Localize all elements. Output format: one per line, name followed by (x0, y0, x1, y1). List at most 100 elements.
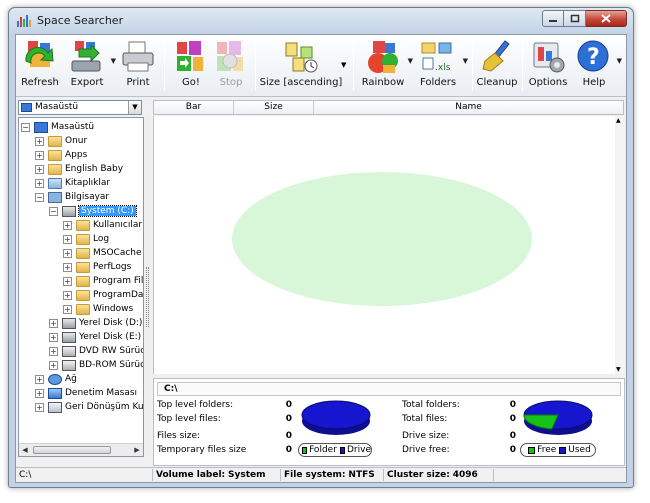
tree-node[interactable]: + Apps (35, 148, 87, 162)
expand-icon[interactable]: + (35, 388, 44, 398)
splitter-grip[interactable] (146, 267, 149, 327)
export-icon (71, 41, 101, 72)
refresh-icon (25, 41, 54, 67)
go-button[interactable]: Go! (173, 39, 209, 95)
expand-icon[interactable]: + (63, 304, 72, 314)
tree-node[interactable]: + Geri Dönüşüm Kutus (35, 400, 143, 414)
expand-icon[interactable]: + (49, 360, 58, 370)
tree-node[interactable]: + Log (63, 232, 109, 246)
expand-icon[interactable]: + (35, 136, 44, 146)
folder-drive-pie (301, 400, 371, 435)
export-dropdown-icon[interactable]: ▼ (111, 57, 116, 65)
expand-icon[interactable]: + (35, 374, 44, 384)
cleanup-button[interactable]: Cleanup (476, 39, 518, 95)
collapse-icon[interactable]: − (35, 192, 44, 202)
column-header-size[interactable]: Size (234, 101, 314, 114)
expand-icon[interactable]: + (49, 318, 58, 328)
tree-horizontal-scrollbar[interactable]: ◀ ▶ (19, 443, 143, 456)
expand-icon[interactable]: + (63, 234, 72, 244)
status-bar: C:\ Volume label: System File system: NT… (16, 467, 626, 482)
export-button[interactable]: Export ▼ (66, 39, 116, 95)
minimize-button[interactable] (542, 10, 564, 27)
size-view[interactable] (153, 116, 615, 374)
expand-icon[interactable]: + (35, 150, 44, 160)
status-file-system: File system: NTFS (281, 469, 384, 481)
tree-node[interactable]: + ProgramDat (63, 288, 143, 302)
folders-icon: .xls (421, 42, 452, 73)
tree-node[interactable]: + MSOCache (63, 246, 142, 260)
tree-node[interactable]: + Denetim Masası (35, 386, 137, 400)
folder-icon (76, 303, 90, 315)
expand-icon[interactable]: + (49, 346, 58, 356)
expand-icon[interactable]: + (63, 220, 72, 230)
options-button[interactable]: Options (528, 39, 568, 95)
column-header-name[interactable]: Name (314, 101, 623, 114)
help-dropdown-icon[interactable]: ▼ (617, 57, 622, 65)
scroll-up-icon[interactable]: ▲ (616, 117, 621, 124)
libraries-icon (48, 177, 62, 189)
refresh-button[interactable]: Refresh (20, 39, 60, 95)
files-size-value: 0 (285, 431, 292, 441)
tree-node[interactable]: + English Baby (35, 162, 123, 176)
title-bar[interactable]: Space Searcher (9, 8, 633, 34)
tree-node[interactable]: + DVD RW Sürücü (49, 344, 143, 358)
toolbar-separator (164, 41, 165, 91)
expand-icon[interactable]: + (63, 290, 72, 300)
expand-icon[interactable]: + (63, 262, 72, 272)
tree-node[interactable]: + Program File (63, 274, 143, 288)
expand-icon[interactable]: + (35, 402, 44, 412)
tree-node-root[interactable]: − Masaüstü (21, 120, 94, 134)
print-button[interactable]: Print (120, 39, 156, 95)
bd-drive-icon (62, 359, 76, 371)
tree-node[interactable]: + Yerel Disk (E:) (49, 330, 141, 344)
folder-icon (48, 163, 62, 175)
rainbow-dropdown-icon[interactable]: ▼ (408, 57, 413, 65)
collapse-icon[interactable]: − (49, 206, 58, 216)
chevron-down-icon[interactable]: ▼ (128, 101, 141, 114)
tree-node[interactable]: + Yerel Disk (D:) (49, 316, 142, 330)
view-vertical-scrollbar[interactable]: ▲ ▼ (615, 116, 625, 374)
scrollbar-thumb[interactable] (33, 446, 111, 454)
expand-icon[interactable]: + (35, 164, 44, 174)
sort-size-button[interactable]: Size [ascending] (260, 39, 342, 95)
folders-button[interactable]: .xls Folders ▼ (416, 39, 468, 95)
expand-icon[interactable]: + (63, 276, 72, 286)
tree-node[interactable]: + Ağ (35, 372, 77, 386)
tree-node[interactable]: + Onur (35, 134, 87, 148)
maximize-button[interactable] (564, 10, 586, 27)
scroll-right-icon[interactable]: ▶ (131, 444, 143, 456)
tree-node[interactable]: − Bilgisayar (35, 190, 109, 204)
toolbar-separator (472, 41, 473, 91)
rainbow-button[interactable]: Rainbow ▼ (361, 39, 413, 95)
scroll-left-icon[interactable]: ◀ (19, 444, 31, 456)
info-panel: C:\ Top level folders: 0 Top level files… (153, 378, 625, 466)
status-cluster-size: Cluster size: 4096 (384, 469, 494, 481)
empty-size-ellipse (232, 172, 532, 306)
tree-node[interactable]: + PerfLogs (63, 260, 131, 274)
pane-splitter[interactable] (145, 117, 151, 457)
tree-node[interactable]: + BD-ROM Sürücü (49, 358, 143, 372)
expand-icon[interactable]: + (35, 178, 44, 188)
dvd-drive-icon (62, 345, 76, 357)
help-label: Help (582, 77, 606, 88)
sort-dropdown-icon[interactable]: ▼ (341, 61, 346, 69)
window-title: Space Searcher (37, 14, 124, 27)
export-label: Export (70, 77, 104, 88)
folder-tree[interactable]: − Masaüstü + Onur + Apps + English Baby … (18, 117, 144, 457)
tree-node[interactable]: + Kitaplıklar (35, 176, 110, 190)
expand-icon[interactable]: + (49, 332, 58, 342)
help-button[interactable]: ? Help ▼ (574, 39, 622, 95)
tree-node[interactable]: + Windows (63, 302, 133, 316)
stop-button[interactable]: Stop (213, 39, 249, 95)
collapse-icon[interactable]: − (21, 122, 30, 132)
expand-icon[interactable]: + (63, 248, 72, 258)
scroll-down-icon[interactable]: ▼ (616, 366, 621, 373)
tree-node-selected[interactable]: − System (C:) (49, 204, 137, 218)
drive-swatch (339, 446, 345, 454)
tree-node[interactable]: + Kullanıcılar (63, 218, 142, 232)
column-header-bar[interactable]: Bar (154, 101, 234, 114)
folders-dropdown-icon[interactable]: ▼ (463, 57, 468, 65)
close-button[interactable] (586, 10, 627, 27)
bar-chart-icon (17, 15, 31, 27)
location-combobox[interactable]: Masaüstü ▼ (18, 100, 142, 115)
